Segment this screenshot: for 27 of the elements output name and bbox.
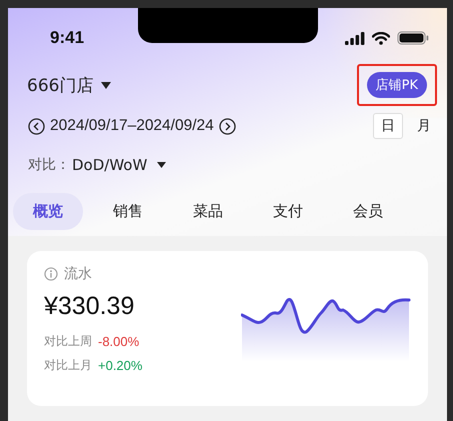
wifi-icon (372, 32, 390, 44)
category-tab[interactable]: 销售 (93, 192, 163, 230)
battery-icon (397, 31, 429, 45)
comparison-label: 对比上月 (44, 356, 92, 374)
category-tab[interactable]: 概览 (13, 192, 83, 230)
date-range: 2024/09/17–2024/09/24 (50, 117, 214, 135)
status-time: 9:41 (50, 27, 84, 48)
comparison-change: -8.00% (98, 334, 140, 348)
next-icon[interactable] (218, 118, 236, 134)
caret-icon (101, 82, 112, 88)
store-pk-button[interactable]: 店铺PK (366, 72, 427, 98)
category-tab[interactable]: 菜品 (173, 192, 243, 230)
compare-label: 对比： (28, 156, 70, 174)
info-icon[interactable] (44, 267, 58, 281)
store-dropdown[interactable]: 666门店 (27, 74, 112, 96)
previous-icon[interactable] (28, 118, 45, 134)
period-tab[interactable]: 日 (373, 113, 403, 139)
metric-title: 流水 (64, 265, 92, 283)
signal-icon (345, 32, 365, 44)
category-tab[interactable]: 会员 (333, 192, 403, 230)
category-tab[interactable]: 支付 (253, 192, 323, 230)
period-tab[interactable]: 月 (409, 113, 439, 139)
comparison-change: +0.20% (98, 358, 142, 372)
caret-icon (157, 162, 166, 168)
compare-dropdown[interactable]: DoD/WoW (72, 156, 166, 174)
comparison-label: 对比上周 (44, 332, 92, 350)
metric-value: ¥330.39 (44, 292, 136, 321)
